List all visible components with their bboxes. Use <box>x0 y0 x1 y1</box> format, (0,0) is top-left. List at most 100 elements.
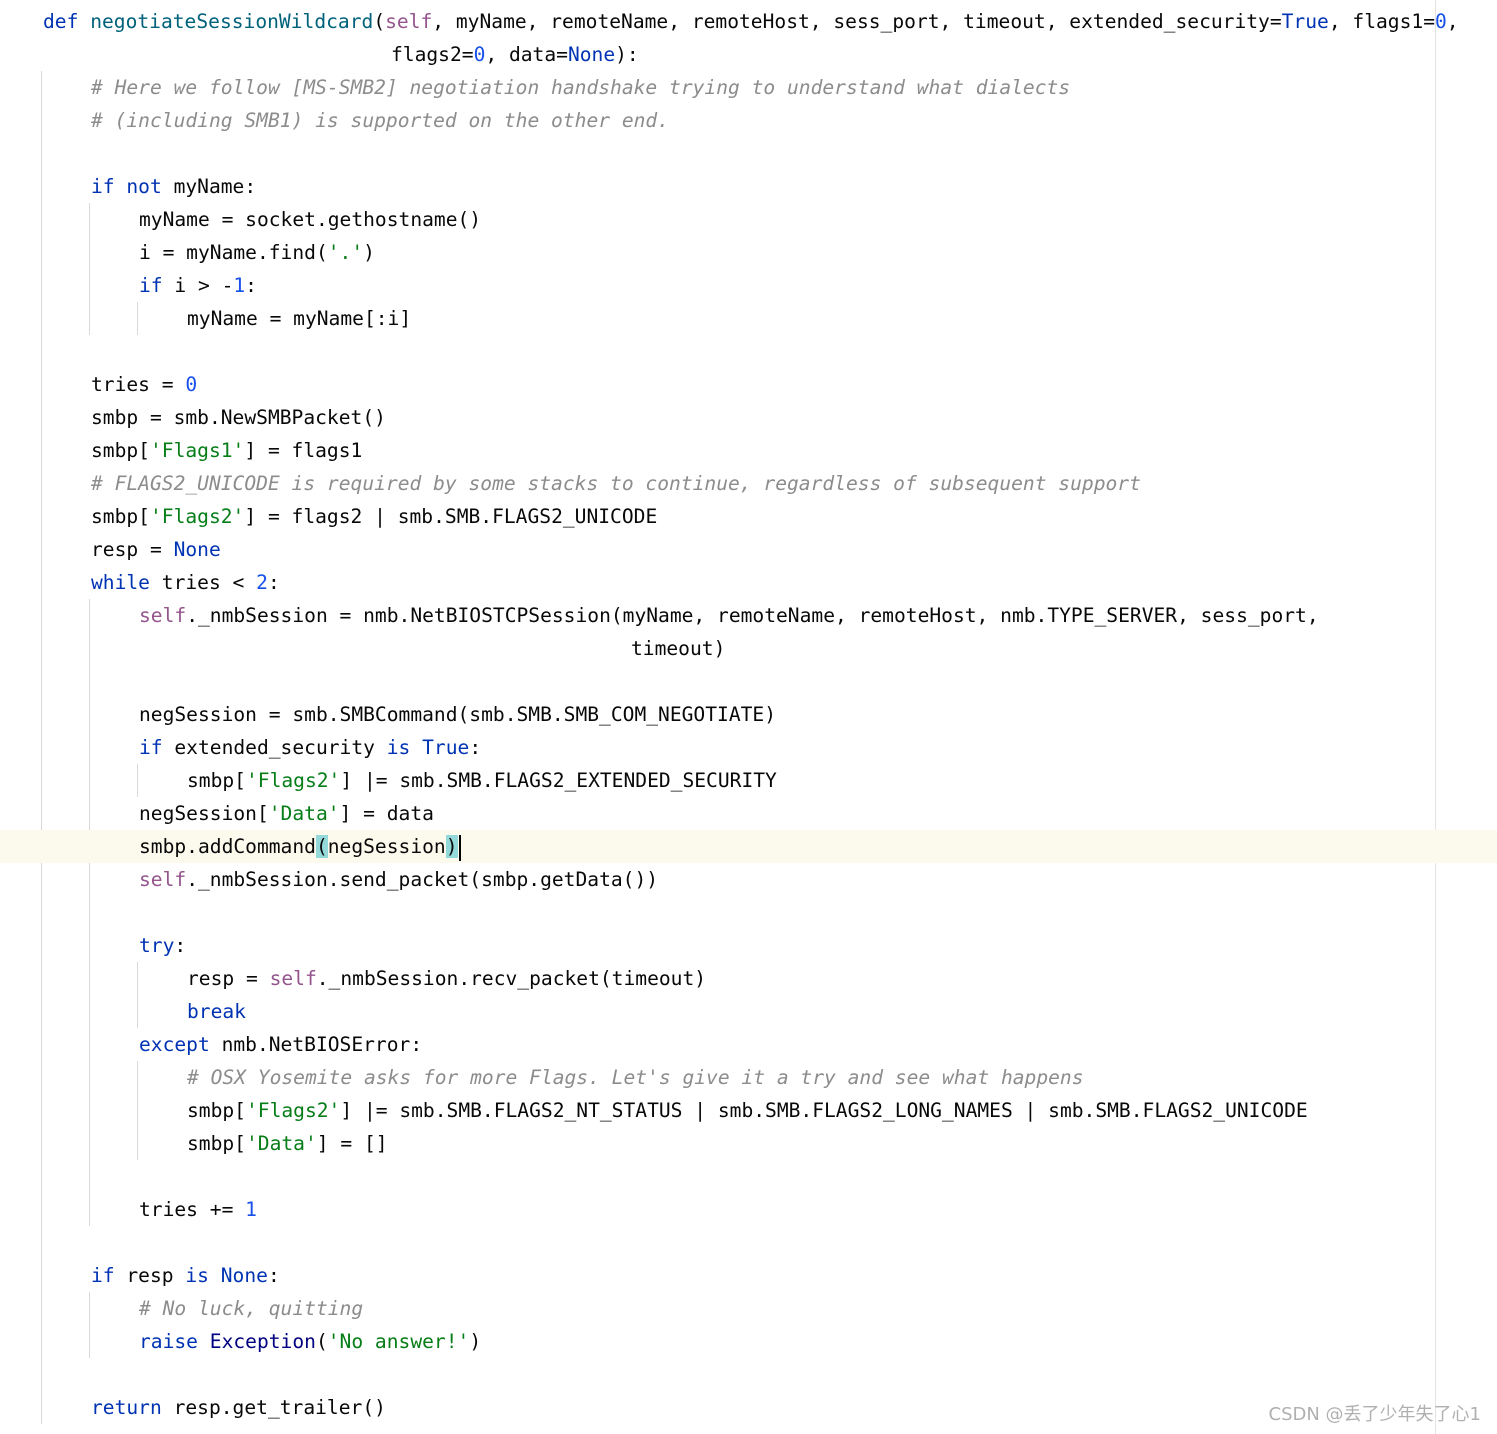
code-line[interactable]: # Here we follow [MS-SMB2] negotiation h… <box>0 71 1497 104</box>
code-token: if <box>91 1264 127 1287</box>
code-text: self._nmbSession.send_packet(smbp.getDat… <box>139 863 658 896</box>
code-line[interactable]: flags2=0, data=None): <box>0 38 1497 71</box>
code-line[interactable]: smbp['Flags2'] |= smb.SMB.FLAGS2_NT_STAT… <box>0 1094 1497 1127</box>
code-line[interactable]: break <box>0 995 1497 1028</box>
code-line[interactable]: negSession = smb.SMBCommand(smb.SMB.SMB_… <box>0 698 1497 731</box>
code-token: myName = myName[:i] <box>187 307 412 330</box>
code-line[interactable]: if i > -1: <box>0 269 1497 302</box>
code-text: smbp.addCommand(negSession) <box>139 830 461 863</box>
code-line[interactable]: negSession['Data'] = data <box>0 797 1497 830</box>
code-line[interactable]: while tries < 2: <box>0 566 1497 599</box>
code-line[interactable] <box>0 1226 1497 1259</box>
code-line[interactable]: smbp = smb.NewSMBPacket() <box>0 401 1497 434</box>
code-line[interactable]: except nmb.NetBIOSError: <box>0 1028 1497 1061</box>
code-token: resp.get_trailer() <box>173 1396 386 1419</box>
code-token: def <box>43 10 91 33</box>
code-line[interactable]: try: <box>0 929 1497 962</box>
code-token: self <box>269 967 317 990</box>
code-token: is None <box>185 1264 268 1287</box>
code-line[interactable]: smbp['Flags2'] |= smb.SMB.FLAGS2_EXTENDE… <box>0 764 1497 797</box>
code-token: smbp[ <box>91 505 150 528</box>
code-token: : <box>469 736 482 759</box>
text-caret <box>458 834 461 861</box>
code-token: timeout) <box>631 637 726 660</box>
code-editor[interactable]: def negotiateSessionWildcard(self, myNam… <box>0 0 1497 1434</box>
code-line[interactable] <box>0 137 1497 170</box>
code-text: # Here we follow [MS-SMB2] negotiation h… <box>91 71 1070 104</box>
code-text: if not myName: <box>91 170 256 203</box>
code-text: try: <box>139 929 186 962</box>
code-text: # FLAGS2_UNICODE is required by some sta… <box>91 467 1141 500</box>
matched-brace: ) <box>445 835 458 858</box>
code-token: '.' <box>327 241 364 264</box>
code-token: : <box>267 1264 280 1287</box>
code-text: smbp['Flags2'] |= smb.SMB.FLAGS2_NT_STAT… <box>187 1094 1308 1127</box>
code-token: ] = [] <box>316 1132 388 1155</box>
code-line[interactable]: raise Exception('No answer!') <box>0 1325 1497 1358</box>
code-token: smbp[ <box>187 1099 246 1122</box>
code-text: if i > -1: <box>139 269 257 302</box>
code-line[interactable]: # (including SMB1) is supported on the o… <box>0 104 1497 137</box>
code-line[interactable]: timeout) <box>0 632 1497 665</box>
code-token: tries += <box>139 1198 246 1221</box>
code-token: if <box>139 274 175 297</box>
code-token: # Here we follow [MS-SMB2] negotiation h… <box>91 76 1071 99</box>
code-line[interactable]: if resp is None: <box>0 1259 1497 1292</box>
code-line[interactable]: resp = None <box>0 533 1497 566</box>
code-token: 'Flags2' <box>149 505 245 528</box>
code-token: smbp[ <box>91 439 150 462</box>
code-token: 'No answer!' <box>327 1330 470 1353</box>
code-line[interactable]: smbp['Data'] = [] <box>0 1127 1497 1160</box>
code-line[interactable]: self._nmbSession = nmb.NetBIOSTCPSession… <box>0 599 1497 632</box>
code-line[interactable] <box>0 1160 1497 1193</box>
code-line[interactable]: # OSX Yosemite asks for more Flags. Let'… <box>0 1061 1497 1094</box>
code-token: ( <box>373 10 386 33</box>
code-token: 0 <box>1435 10 1447 33</box>
code-text: if extended_security is True: <box>139 731 481 764</box>
code-text: i = myName.find('.') <box>139 236 375 269</box>
code-line[interactable] <box>0 896 1497 929</box>
code-line[interactable]: # FLAGS2_UNICODE is required by some sta… <box>0 467 1497 500</box>
code-line[interactable]: # No luck, quitting <box>0 1292 1497 1325</box>
code-text: negSession = smb.SMBCommand(smb.SMB.SMB_… <box>139 698 776 731</box>
code-token: nmb.NetBIOSError: <box>221 1033 423 1056</box>
code-line[interactable]: i = myName.find('.') <box>0 236 1497 269</box>
code-token: try <box>139 934 175 957</box>
code-line[interactable] <box>0 665 1497 698</box>
code-line[interactable]: smbp.addCommand(negSession) <box>0 830 1497 863</box>
code-text: # (including SMB1) is supported on the o… <box>91 104 669 137</box>
code-line[interactable]: if not myName: <box>0 170 1497 203</box>
code-token: , myName, remoteName, remoteHost, sess_p… <box>432 10 1282 33</box>
code-line[interactable]: tries = 0 <box>0 368 1497 401</box>
code-line[interactable]: if extended_security is True: <box>0 731 1497 764</box>
code-token: self <box>385 10 433 33</box>
code-token: 'Flags2' <box>245 1099 341 1122</box>
code-line[interactable]: def negotiateSessionWildcard(self, myNam… <box>0 5 1497 38</box>
code-text: # OSX Yosemite asks for more Flags. Let'… <box>187 1061 1084 1094</box>
code-line[interactable] <box>0 335 1497 368</box>
code-text: if resp is None: <box>91 1259 280 1292</box>
code-line[interactable]: myName = socket.gethostname() <box>0 203 1497 236</box>
code-token: ._nmbSession = nmb.NetBIOSTCPSession(myN… <box>186 604 1319 627</box>
code-token: None <box>567 43 616 66</box>
code-text: smbp['Flags2'] = flags2 | smb.SMB.FLAGS2… <box>91 500 657 533</box>
code-token: i > - <box>174 274 234 297</box>
code-token: ] = data <box>339 802 434 825</box>
code-token: negotiateSessionWildcard <box>90 10 374 33</box>
code-token: , data= <box>485 43 568 66</box>
code-line[interactable]: smbp['Flags2'] = flags2 | smb.SMB.FLAGS2… <box>0 500 1497 533</box>
code-token: 'Flags2' <box>245 769 341 792</box>
code-line[interactable]: resp = self._nmbSession.recv_packet(time… <box>0 962 1497 995</box>
code-line[interactable]: smbp['Flags1'] = flags1 <box>0 434 1497 467</box>
code-token: negSession <box>327 835 446 858</box>
code-token: except <box>139 1033 222 1056</box>
code-line[interactable]: tries += 1 <box>0 1193 1497 1226</box>
code-token: ] |= smb.SMB.FLAGS2_NT_STATUS | smb.SMB.… <box>340 1099 1308 1122</box>
code-line[interactable]: self._nmbSession.send_packet(smbp.getDat… <box>0 863 1497 896</box>
code-token: 2 <box>256 571 268 594</box>
code-text: tries = 0 <box>91 368 197 401</box>
code-line[interactable]: myName = myName[:i] <box>0 302 1497 335</box>
code-text: self._nmbSession = nmb.NetBIOSTCPSession… <box>139 599 1319 632</box>
code-token: resp = <box>91 538 174 561</box>
code-line[interactable] <box>0 1358 1497 1391</box>
